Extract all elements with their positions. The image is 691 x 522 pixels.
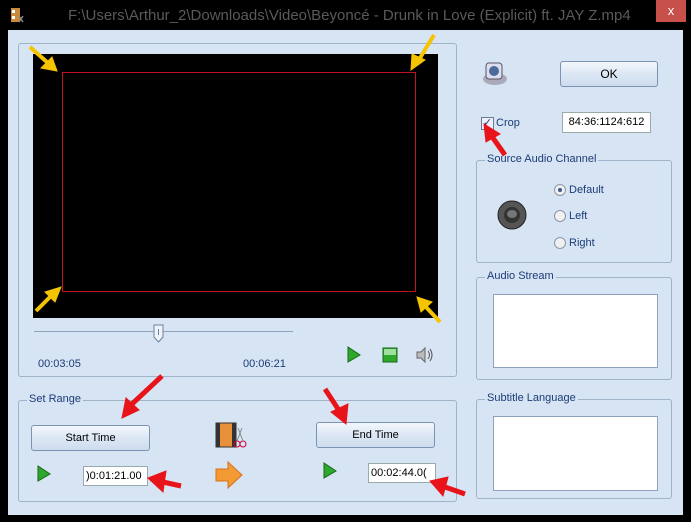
end-time-input[interactable]: 00:02:44.0( [368, 463, 436, 483]
subtitle-language-list[interactable] [493, 416, 658, 491]
radio-left-label: Left [569, 210, 588, 222]
audio-stream-title: Audio Stream [485, 270, 556, 282]
source-audio-channel-title: Source Audio Channel [485, 153, 599, 165]
title-bar: F:\Users\Arthur_2\Downloads\Video\Beyonc… [0, 0, 691, 30]
window-title: F:\Users\Arthur_2\Downloads\Video\Beyonc… [68, 7, 631, 24]
film-cut-icon [215, 422, 247, 448]
radio-right-label: Right [569, 237, 595, 249]
current-time: 00:03:05 [38, 358, 81, 370]
volume-icon[interactable] [415, 346, 435, 364]
crop-label: Crop [496, 117, 520, 129]
crop-rectangle[interactable] [62, 72, 416, 292]
play-icon[interactable] [346, 346, 362, 364]
play-end-icon[interactable] [322, 462, 338, 480]
audio-stream-list[interactable] [493, 294, 658, 368]
crop-checkbox[interactable]: ✓ [481, 117, 494, 130]
close-button[interactable]: x [656, 0, 686, 22]
app-icon [11, 8, 24, 23]
seek-slider-thumb[interactable] [153, 324, 164, 343]
video-converter-icon [483, 62, 507, 85]
crop-value-input[interactable]: 84:36:1124:612 [562, 112, 651, 133]
subtitle-language-title: Subtitle Language [485, 392, 578, 404]
radio-default-label: Default [569, 184, 604, 196]
end-time-button[interactable]: End Time [316, 422, 435, 448]
radio-default[interactable] [554, 184, 566, 196]
end-time: 00:06:21 [243, 358, 286, 370]
start-time-input[interactable]: )0:01:21.00 [83, 466, 148, 486]
start-time-button[interactable]: Start Time [31, 425, 150, 451]
radio-left[interactable] [554, 210, 566, 222]
video-preview[interactable] [33, 54, 438, 318]
speaker-icon [497, 200, 527, 230]
set-range-title: Set Range [27, 393, 83, 405]
ok-button[interactable]: OK [560, 61, 658, 87]
play-start-icon[interactable] [36, 465, 52, 483]
arrow-right-icon [215, 460, 243, 490]
radio-right[interactable] [554, 237, 566, 249]
stop-icon[interactable] [382, 347, 398, 363]
